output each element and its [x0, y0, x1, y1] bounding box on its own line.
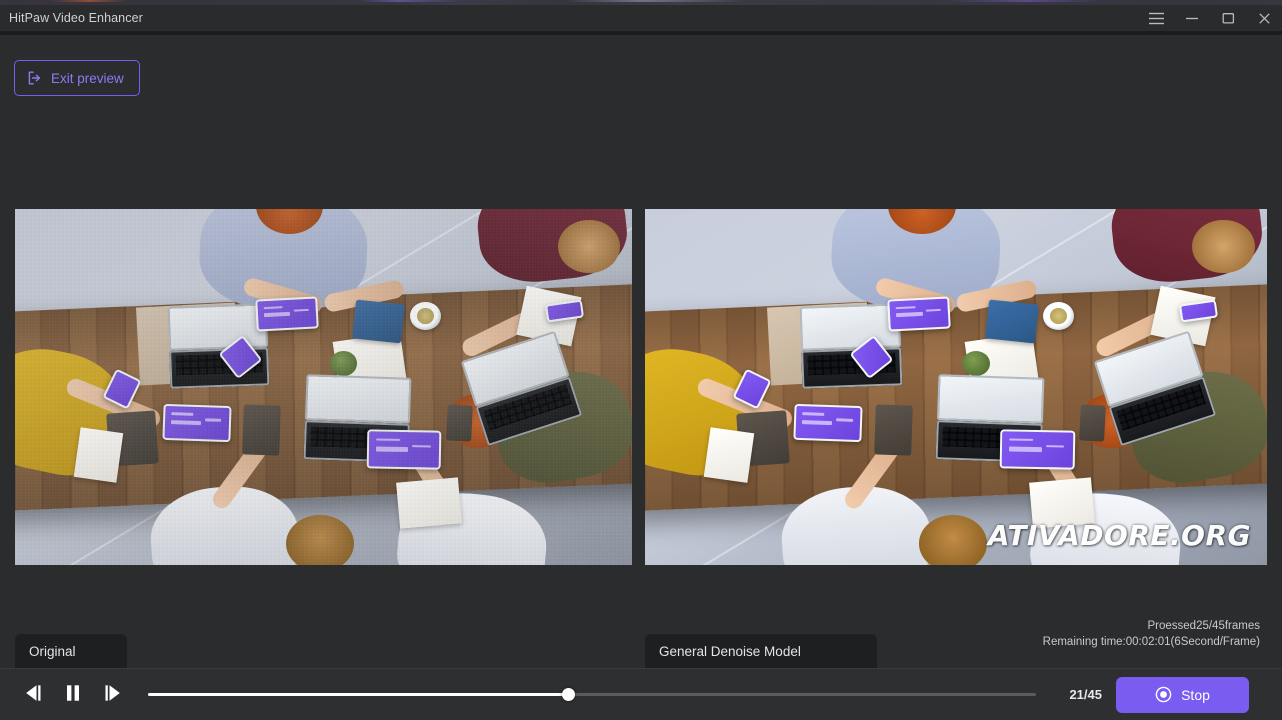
stop-button[interactable]: Stop [1116, 676, 1249, 713]
pause-button[interactable] [60, 682, 86, 708]
transport-controls [20, 682, 126, 708]
watermark: ATIVADORE.ORG [987, 519, 1251, 552]
processed-frames-text: Proessed25/45frames [1147, 620, 1260, 632]
maximize-button[interactable] [1210, 5, 1246, 31]
next-frame-button[interactable] [100, 682, 126, 708]
playback-bar: 21/45 Stop [0, 668, 1282, 720]
hamburger-icon [1148, 12, 1165, 25]
exit-preview-label: Exit preview [51, 70, 124, 86]
seek-bar[interactable] [148, 682, 1036, 708]
previous-frame-button[interactable] [20, 682, 46, 708]
video-frame-original [15, 209, 632, 565]
pane-label-enhanced: General Denoise Model [645, 634, 877, 668]
stop-button-label: Stop [1181, 686, 1210, 703]
pause-icon [64, 684, 82, 705]
toolbar: Exit preview [0, 35, 1282, 209]
video-frame-enhanced [645, 209, 1267, 565]
seek-handle[interactable] [561, 687, 575, 701]
maximize-icon [1222, 12, 1235, 25]
close-icon [1258, 12, 1271, 25]
preview-pane-original[interactable] [15, 209, 632, 565]
pane-label-enhanced-text: General Denoise Model [659, 643, 801, 659]
pane-label-original: Original [15, 634, 127, 668]
close-button[interactable] [1246, 5, 1282, 31]
preview-stage: ATIVADORE.ORG [0, 209, 1282, 565]
preview-pane-enhanced[interactable]: ATIVADORE.ORG [645, 209, 1267, 565]
record-stop-icon [1155, 686, 1172, 703]
pane-label-original-text: Original [29, 643, 76, 659]
app-title: HitPaw Video Enhancer [9, 11, 143, 25]
seek-fill [148, 693, 569, 696]
frame-counter: 21/45 [1069, 687, 1102, 702]
step-back-icon [22, 684, 44, 705]
exit-icon [27, 70, 43, 86]
menu-button[interactable] [1138, 5, 1174, 31]
exit-preview-button[interactable]: Exit preview [14, 60, 140, 96]
window-controls [1138, 5, 1282, 31]
title-bar: HitPaw Video Enhancer [0, 5, 1282, 31]
minimize-button[interactable] [1174, 5, 1210, 31]
progress-status: Proessed25/45frames Remaining time:00:02… [1043, 618, 1260, 650]
step-forward-icon [102, 684, 124, 705]
minimize-icon [1185, 12, 1199, 24]
remaining-time-text: Remaining time:00:02:01(6Second/Frame) [1042, 636, 1260, 648]
